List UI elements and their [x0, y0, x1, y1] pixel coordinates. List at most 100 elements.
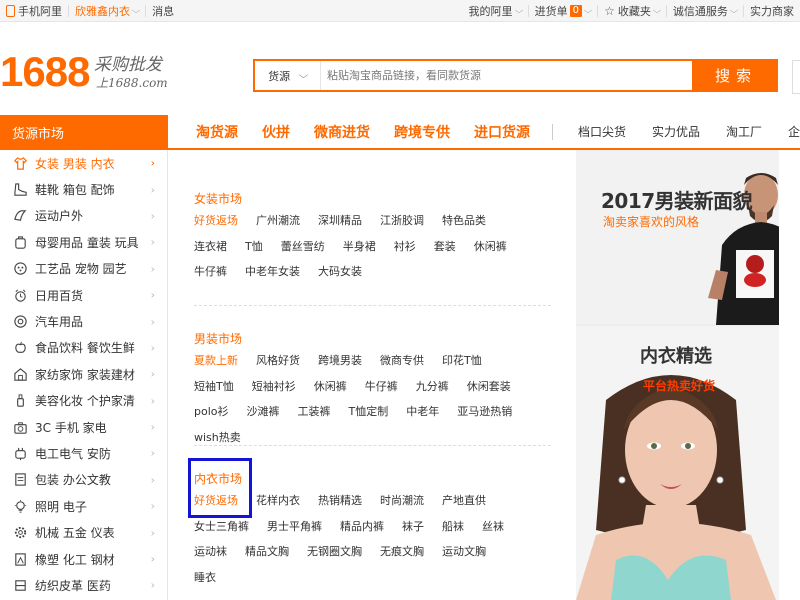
- sidebar-item-label: 3C 手机 家电: [35, 420, 107, 435]
- market-tag[interactable]: 无钢圈文胸: [307, 539, 362, 565]
- nav-hot-link[interactable]: 进口货源: [474, 122, 530, 142]
- nav-hot-link[interactable]: 伙拼: [262, 122, 290, 142]
- market-tag-list: 夏款上新 风格好货 跨境男装 微商专供 印花T恤短袖T恤 短袖衬衫 休闲裤 牛仔裤 九分裤 休闲套…: [194, 348, 539, 450]
- market-tag[interactable]: 运动袜: [194, 539, 227, 565]
- market-tag[interactable]: 沙滩裤: [247, 399, 280, 425]
- sidebar-item[interactable]: 包装 办公文教 ›: [0, 467, 167, 493]
- sidebar-item[interactable]: 橡塑 化工 钢材 ›: [0, 546, 167, 572]
- market-tag[interactable]: 套装: [434, 234, 456, 260]
- market-tag[interactable]: polo衫: [194, 399, 229, 425]
- topbar-link[interactable]: 消息: [146, 0, 180, 22]
- market-tag[interactable]: 大码女装: [318, 259, 362, 285]
- market-tag[interactable]: 牛仔裤: [365, 374, 398, 400]
- logo[interactable]: 1688: [0, 50, 90, 94]
- market-tag[interactable]: 短袖衬衫: [252, 374, 296, 400]
- topbar-link[interactable]: 我的阿里 ⌵: [463, 0, 528, 22]
- market-title[interactable]: 男装市场: [194, 330, 539, 348]
- chevron-down-icon: ⌵: [298, 70, 309, 81]
- market-tag[interactable]: 连衣裙: [194, 234, 227, 260]
- sidebar-item[interactable]: 3C 手机 家电 ›: [0, 414, 167, 440]
- header-corner-widget: [792, 60, 800, 94]
- market-tag[interactable]: T恤: [245, 234, 263, 260]
- sidebar-item[interactable]: 运动户外 ›: [0, 203, 167, 229]
- logo-url: 上1688.com: [96, 76, 168, 90]
- market-tag[interactable]: 工装裤: [298, 399, 331, 425]
- market-tag[interactable]: 好货返场: [194, 208, 238, 234]
- topbar-link[interactable]: 进货单 0 ⌵: [529, 0, 597, 22]
- sidebar-item[interactable]: 电工电气 安防 ›: [0, 440, 167, 466]
- market-tag[interactable]: 中老年女装: [245, 259, 300, 285]
- topbar-link[interactable]: ☆ 收藏夹 ⌵: [598, 0, 666, 22]
- market-tag[interactable]: 无痕文胸: [380, 539, 424, 565]
- sidebar-item[interactable]: 美容化妆 个护家清 ›: [0, 388, 167, 414]
- sidebar-item[interactable]: 女装 男装 内衣 ›: [0, 150, 167, 176]
- topbar-link[interactable]: 欣雅鑫内衣 ⌵: [69, 0, 145, 22]
- market-title[interactable]: 女装市场: [194, 190, 532, 208]
- market-tag[interactable]: T恤定制: [349, 399, 389, 425]
- market-tag[interactable]: 牛仔裤: [194, 259, 227, 285]
- market-tag[interactable]: 中老年: [406, 399, 439, 425]
- nav-link[interactable]: 档口尖货: [578, 123, 626, 140]
- market-tag[interactable]: 丝袜: [482, 514, 504, 540]
- market-tag[interactable]: 夏款上新: [194, 348, 238, 374]
- market-tag[interactable]: 亚马逊热销: [457, 399, 512, 425]
- market-tag[interactable]: 衬衫: [394, 234, 416, 260]
- sidebar-item[interactable]: 工艺品 宠物 园艺 ›: [0, 256, 167, 282]
- sidebar-item[interactable]: 食品饮料 餐饮生鲜 ›: [0, 335, 167, 361]
- sidebar-item[interactable]: 纺织皮革 医药 ›: [0, 572, 167, 598]
- promo-panel[interactable]: 2017男装新面貌 淘卖家喜欢的风格 内衣精选 平台热卖好货: [576, 150, 800, 600]
- market-tag-list: 好货返场 广州潮流 深圳精品 江浙胶调 特色品类连衣裙 T恤 蕾丝雪纺 半身裙 衬衫 套装 休闲裤牛…: [194, 208, 532, 285]
- sidebar-item[interactable]: 母婴用品 童装 玩具 ›: [0, 229, 167, 255]
- market-tag[interactable]: 印花T恤: [442, 348, 482, 374]
- market-tag[interactable]: 花样内衣: [256, 488, 300, 514]
- market-tag[interactable]: 船袜: [442, 514, 464, 540]
- market-tag[interactable]: 风格好货: [256, 348, 300, 374]
- market-tag[interactable]: 产地直供: [442, 488, 486, 514]
- search-button[interactable]: 搜索: [692, 61, 776, 90]
- market-tag[interactable]: 江浙胶调: [380, 208, 424, 234]
- market-tag[interactable]: 跨境男装: [318, 348, 362, 374]
- market-tag[interactable]: 短袖T恤: [194, 374, 234, 400]
- sidebar-item[interactable]: 机械 五金 仪表 ›: [0, 519, 167, 545]
- market-tag[interactable]: 休闲裤: [314, 374, 347, 400]
- nav-hot-link[interactable]: 微商进货: [314, 122, 370, 142]
- market-tag[interactable]: 九分裤: [416, 374, 449, 400]
- sidebar-item[interactable]: 鞋靴 箱包 配饰 ›: [0, 176, 167, 202]
- topbar-link-label: 我的阿里: [468, 5, 513, 18]
- nav-link[interactable]: 淘工厂: [726, 123, 762, 140]
- sidebar-item[interactable]: 汽车用品 ›: [0, 308, 167, 334]
- sidebar-item[interactable]: 家纺家饰 家装建材 ›: [0, 361, 167, 387]
- market-tag[interactable]: 睡衣: [194, 565, 216, 591]
- topbar-link-label: 收藏夹: [617, 5, 651, 18]
- market-tag[interactable]: 热销精选: [318, 488, 362, 514]
- nav-link[interactable]: 实力优品: [652, 123, 700, 140]
- chevron-right-icon: ›: [150, 315, 155, 329]
- market-tag[interactable]: 微商专供: [380, 348, 424, 374]
- market-tag[interactable]: 特色品类: [442, 208, 486, 234]
- market-tag[interactable]: 广州潮流: [256, 208, 300, 234]
- market-tag[interactable]: 休闲套装: [467, 374, 511, 400]
- search-category-select[interactable]: 货源 ⌵: [255, 61, 321, 90]
- market-tag[interactable]: wish热卖: [194, 425, 241, 451]
- nav-hot-link[interactable]: 淘货源: [196, 122, 238, 142]
- market-tag[interactable]: 深圳精品: [318, 208, 362, 234]
- search-input[interactable]: [327, 65, 687, 86]
- market-tag[interactable]: 休闲裤: [474, 234, 507, 260]
- market-tag[interactable]: 半身裙: [343, 234, 376, 260]
- market-tag[interactable]: 男士平角裤: [267, 514, 322, 540]
- sidebar-item[interactable]: 照明 电子 ›: [0, 493, 167, 519]
- nav-hot-link[interactable]: 跨境专供: [394, 122, 450, 142]
- market-tag[interactable]: 运动文胸: [442, 539, 486, 565]
- topbar-link[interactable]: 实力商家: [744, 0, 800, 22]
- promo-subtitle-underwear: 平台热卖好货: [643, 379, 716, 393]
- market-tag[interactable]: 时尚潮流: [380, 488, 424, 514]
- topbar-link[interactable]: 诚信通服务 ⌵: [667, 0, 743, 22]
- market-tag[interactable]: 袜子: [402, 514, 424, 540]
- topbar-link[interactable]: 手机阿里: [0, 0, 68, 22]
- market-tag[interactable]: 精品文胸: [245, 539, 289, 565]
- topbar-link-label: 实力商家: [750, 5, 794, 18]
- nav-link[interactable]: 企: [788, 123, 800, 140]
- sidebar-item[interactable]: 日用百货 ›: [0, 282, 167, 308]
- market-tag[interactable]: 蕾丝雪纺: [281, 234, 325, 260]
- market-tag[interactable]: 精品内裤: [340, 514, 384, 540]
